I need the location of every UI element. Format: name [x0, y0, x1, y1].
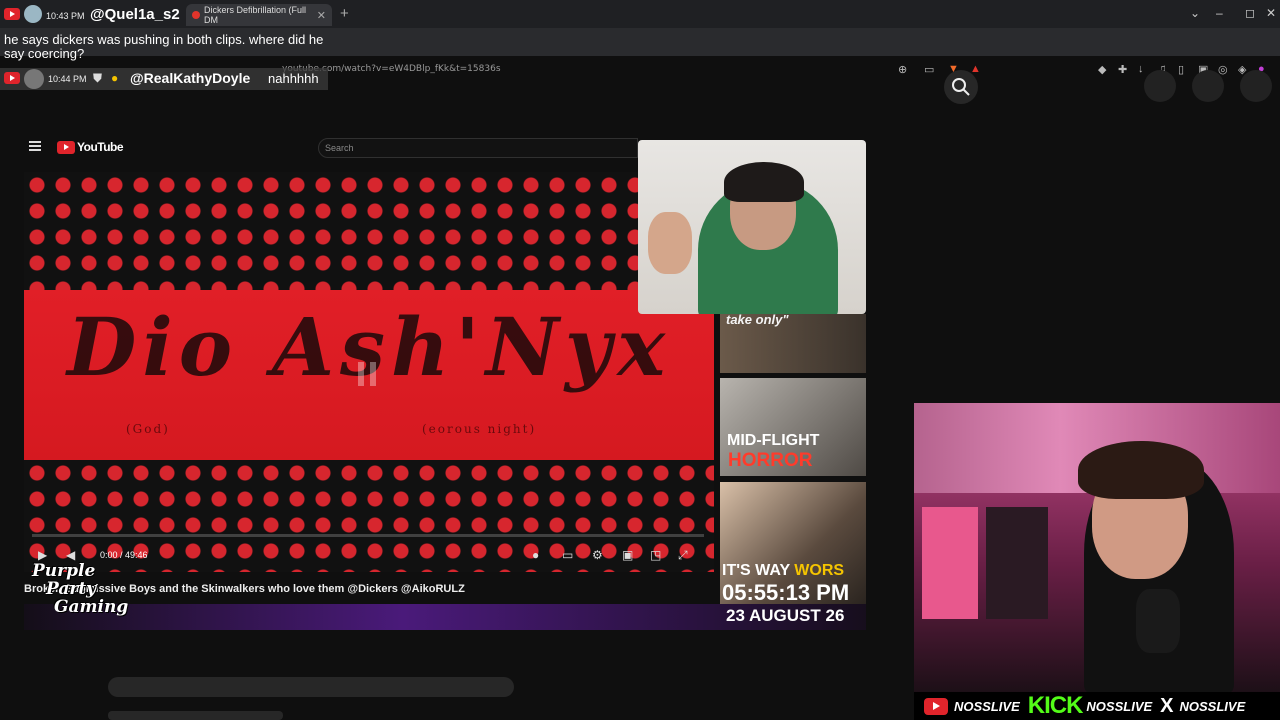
- video-player[interactable]: Dio Ash'Nyx (God) (eorous night) ▶ ◀ 0:0…: [24, 172, 714, 572]
- chat-username: @RealKathyDoyle: [130, 70, 251, 86]
- video-subtitle-left: (God): [126, 422, 170, 436]
- captions-icon[interactable]: ▭: [562, 548, 573, 562]
- member-badge-icon: ●: [111, 71, 119, 85]
- webcam-streamer: [914, 403, 1280, 695]
- miniplayer-icon[interactable]: ▣: [622, 548, 633, 562]
- logo-text: YouTube: [77, 140, 124, 154]
- zoom-icon[interactable]: ⊕: [898, 63, 907, 76]
- thumbnail-text: IT'S WAY WORS: [722, 562, 845, 579]
- search-button[interactable]: [944, 70, 978, 104]
- search-placeholder: Search: [325, 143, 354, 153]
- search-icon: [952, 78, 970, 96]
- new-tab-button[interactable]: +: [340, 5, 349, 22]
- menu-icon[interactable]: [29, 141, 41, 151]
- x-logo-icon: X: [1160, 694, 1174, 717]
- social-handles-bar: NOSSLIVE KICK NOSSLIVE X NOSSLIVE: [914, 692, 1280, 720]
- youtube-icon: [924, 697, 948, 715]
- person-hand: [648, 212, 692, 274]
- chat-text: he says dickers was pushing in both clip…: [4, 32, 324, 61]
- kick-logo: KICK: [1027, 692, 1084, 719]
- person-hair: [724, 162, 804, 202]
- thumbnail-text: take only": [726, 314, 789, 327]
- logo-line: Party: [46, 579, 97, 599]
- loading-placeholder: [108, 711, 283, 720]
- youtube-icon: [4, 72, 20, 84]
- youtube-logo[interactable]: YouTube: [57, 140, 124, 154]
- progress-bar[interactable]: [32, 534, 704, 537]
- puzzle-icon[interactable]: ✚: [1118, 63, 1127, 76]
- pause-icon[interactable]: [358, 362, 378, 388]
- logo-line: Gaming: [54, 597, 129, 617]
- loading-placeholder: [108, 677, 514, 697]
- sidebar-icon[interactable]: ▯: [1178, 63, 1184, 76]
- youtube-handle: NOSSLIVE: [954, 698, 1020, 714]
- thumbnail-text: HORROR: [728, 450, 813, 471]
- create-button[interactable]: [1144, 70, 1176, 102]
- fullscreen-icon[interactable]: ⤢: [678, 548, 688, 563]
- maximize-button[interactable]: ◻: [1245, 6, 1255, 20]
- notifications-button[interactable]: [1192, 70, 1224, 102]
- poster: [922, 507, 978, 619]
- chat-text: nahhhhh: [268, 71, 319, 86]
- chat-message: 10:43 PM @Quel1a_s2 he says dickers was …: [0, 2, 340, 62]
- close-window-button[interactable]: ✕: [1266, 6, 1276, 20]
- avatar: [24, 5, 42, 23]
- autoplay-toggle-icon[interactable]: ●: [532, 548, 539, 562]
- video-subtitle-right: (eorous night): [422, 422, 537, 436]
- screen-icon[interactable]: ▭: [924, 63, 934, 76]
- youtube-icon: [4, 8, 20, 20]
- minimize-button[interactable]: –: [1216, 6, 1223, 20]
- logo-line: Purple: [32, 561, 96, 581]
- webcam-guest: [638, 140, 866, 314]
- cast-icon[interactable]: ◳: [650, 548, 661, 562]
- extension-icon[interactable]: ◆: [1098, 63, 1106, 76]
- purple-party-logo: Purple Party Gaming: [32, 562, 132, 626]
- download-icon[interactable]: ↓: [1138, 63, 1144, 75]
- avatar-button[interactable]: [1240, 70, 1272, 102]
- video-time: 0:00 / 49:46: [100, 550, 148, 560]
- chat-username: @Quel1a_s2: [90, 6, 180, 23]
- play-icon[interactable]: ▶: [38, 548, 47, 562]
- chat-time: 10:43 PM: [46, 11, 85, 21]
- overlay-clock: 05:55:13 PM: [722, 580, 850, 605]
- avatar: [24, 69, 44, 89]
- microphone: [1136, 589, 1180, 653]
- chat-message: 10:44 PM ⛊ ● @RealKathyDoyle nahhhhh: [0, 68, 328, 90]
- volume-icon[interactable]: ◀: [66, 548, 75, 562]
- kick-handle: NOSSLIVE: [1086, 698, 1153, 714]
- overlay-date: 23 AUGUST 26: [726, 606, 845, 625]
- thumbnail-text: MID-FLIGHT: [727, 432, 820, 449]
- youtube-icon: [57, 140, 75, 154]
- poster: [986, 507, 1048, 619]
- tab-search-icon[interactable]: ⌄: [1190, 6, 1200, 20]
- search-input[interactable]: Search: [318, 138, 638, 158]
- settings-icon[interactable]: ⚙: [592, 548, 603, 562]
- moderator-shield-icon: ⛊: [93, 71, 103, 85]
- person-hair: [1078, 441, 1204, 499]
- chat-time: 10:44 PM: [48, 74, 87, 84]
- video-pattern-top: [24, 172, 714, 290]
- x-handle: NOSSLIVE: [1179, 698, 1246, 714]
- recommended-thumbnail[interactable]: take only": [720, 314, 866, 373]
- screen: Dickers Defibrillation (Full DM ✕ + ⌄ – …: [0, 0, 1280, 720]
